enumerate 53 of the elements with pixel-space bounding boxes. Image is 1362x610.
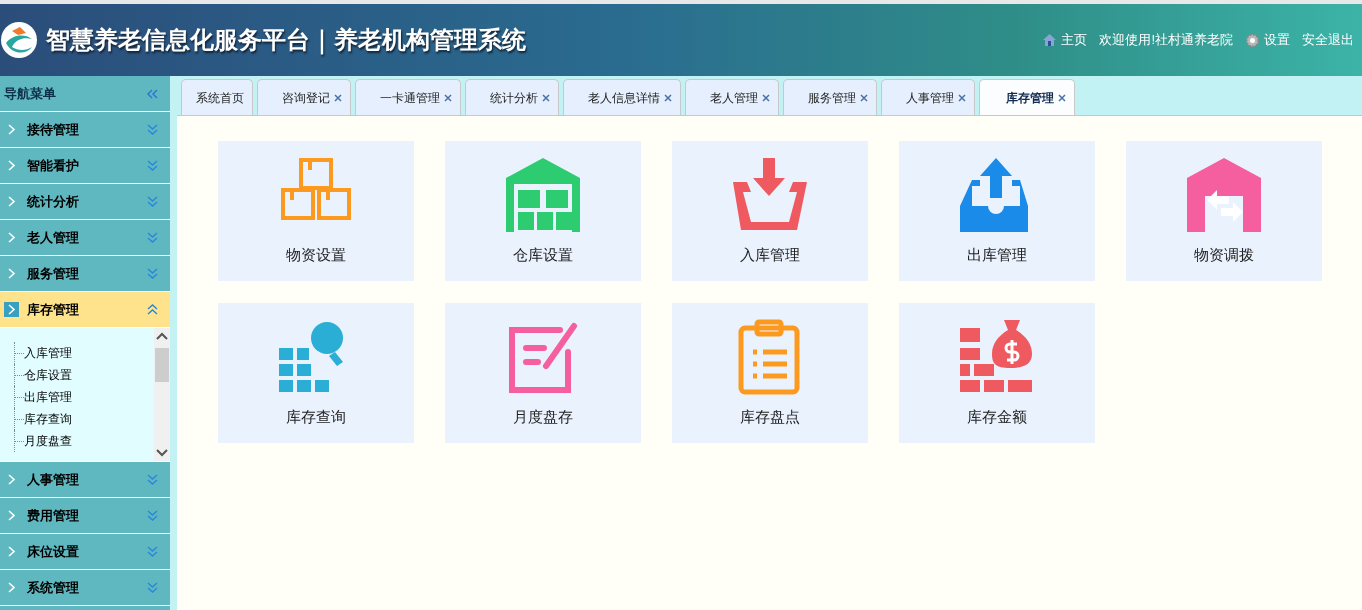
double-chevron-down-icon [147,232,158,243]
tab[interactable]: 服务管理 [783,79,877,115]
close-icon[interactable] [542,93,550,102]
double-chevron-down-icon [147,124,158,135]
submenu-item[interactable]: 出库管理 [24,388,72,406]
module-tile[interactable]: 物资设置 [218,141,414,281]
close-icon[interactable] [444,93,452,102]
module-tile[interactable]: 仓库设置 [445,141,641,281]
double-chevron-down-icon [147,160,158,171]
close-icon[interactable] [860,93,868,102]
tab[interactable]: 系统首页 [181,79,253,115]
double-chevron-down-icon [147,196,158,207]
tab[interactable]: 咨询登记 [257,79,351,115]
submenu-item[interactable]: 库存查询 [24,410,72,428]
close-icon[interactable] [762,93,770,102]
scrollbar[interactable] [154,328,170,461]
module-tile[interactable]: 库存查询 [218,303,414,443]
module-tile[interactable]: 出库管理 [899,141,1095,281]
tab[interactable]: 一卡通管理 [355,79,461,115]
submenu-item[interactable]: 仓库设置 [24,366,72,384]
logo-icon [0,21,38,59]
sidebar-menu-item[interactable]: 库存管理 [0,292,170,328]
module-tile[interactable]: 库存金额 [899,303,1095,443]
sidebar-title: 导航菜单 [4,84,56,103]
home-link[interactable]: 主页 [1042,30,1088,50]
double-chevron-down-icon [147,546,158,557]
double-chevron-up-icon [147,304,158,315]
close-icon[interactable] [664,93,672,102]
platform-title: 智慧养老信息化服务平台｜养老机构管理系统 [46,25,526,57]
submenu-item[interactable]: 月度盘查 [24,432,72,450]
chevron-icon [4,302,19,317]
close-icon[interactable] [1058,93,1066,102]
scroll-down-icon[interactable] [156,449,168,457]
house-icon [1042,33,1058,47]
module-tile[interactable]: 库存盘点 [672,303,868,443]
module-tile[interactable]: 月度盘存 [445,303,641,443]
double-chevron-down-icon [147,474,158,485]
tab[interactable]: 老人信息详情 [563,79,681,115]
tab[interactable]: 老人管理 [685,79,779,115]
tab[interactable]: 统计分析 [465,79,559,115]
module-tile[interactable]: 物资调拨 [1126,141,1322,281]
gear-icon [1245,32,1260,48]
module-tile[interactable]: 入库管理 [672,141,868,281]
scroll-up-icon[interactable] [156,332,168,340]
submenu-item[interactable]: 入库管理 [24,344,72,362]
close-icon[interactable] [334,93,342,102]
close-icon[interactable] [958,93,966,102]
double-chevron-down-icon [147,268,158,279]
tab[interactable]: 库存管理 [979,79,1075,115]
double-chevron-down-icon [147,582,158,593]
tab[interactable]: 人事管理 [881,79,975,115]
scrollbar-thumb[interactable] [155,347,169,382]
double-chevron-down-icon [147,510,158,521]
